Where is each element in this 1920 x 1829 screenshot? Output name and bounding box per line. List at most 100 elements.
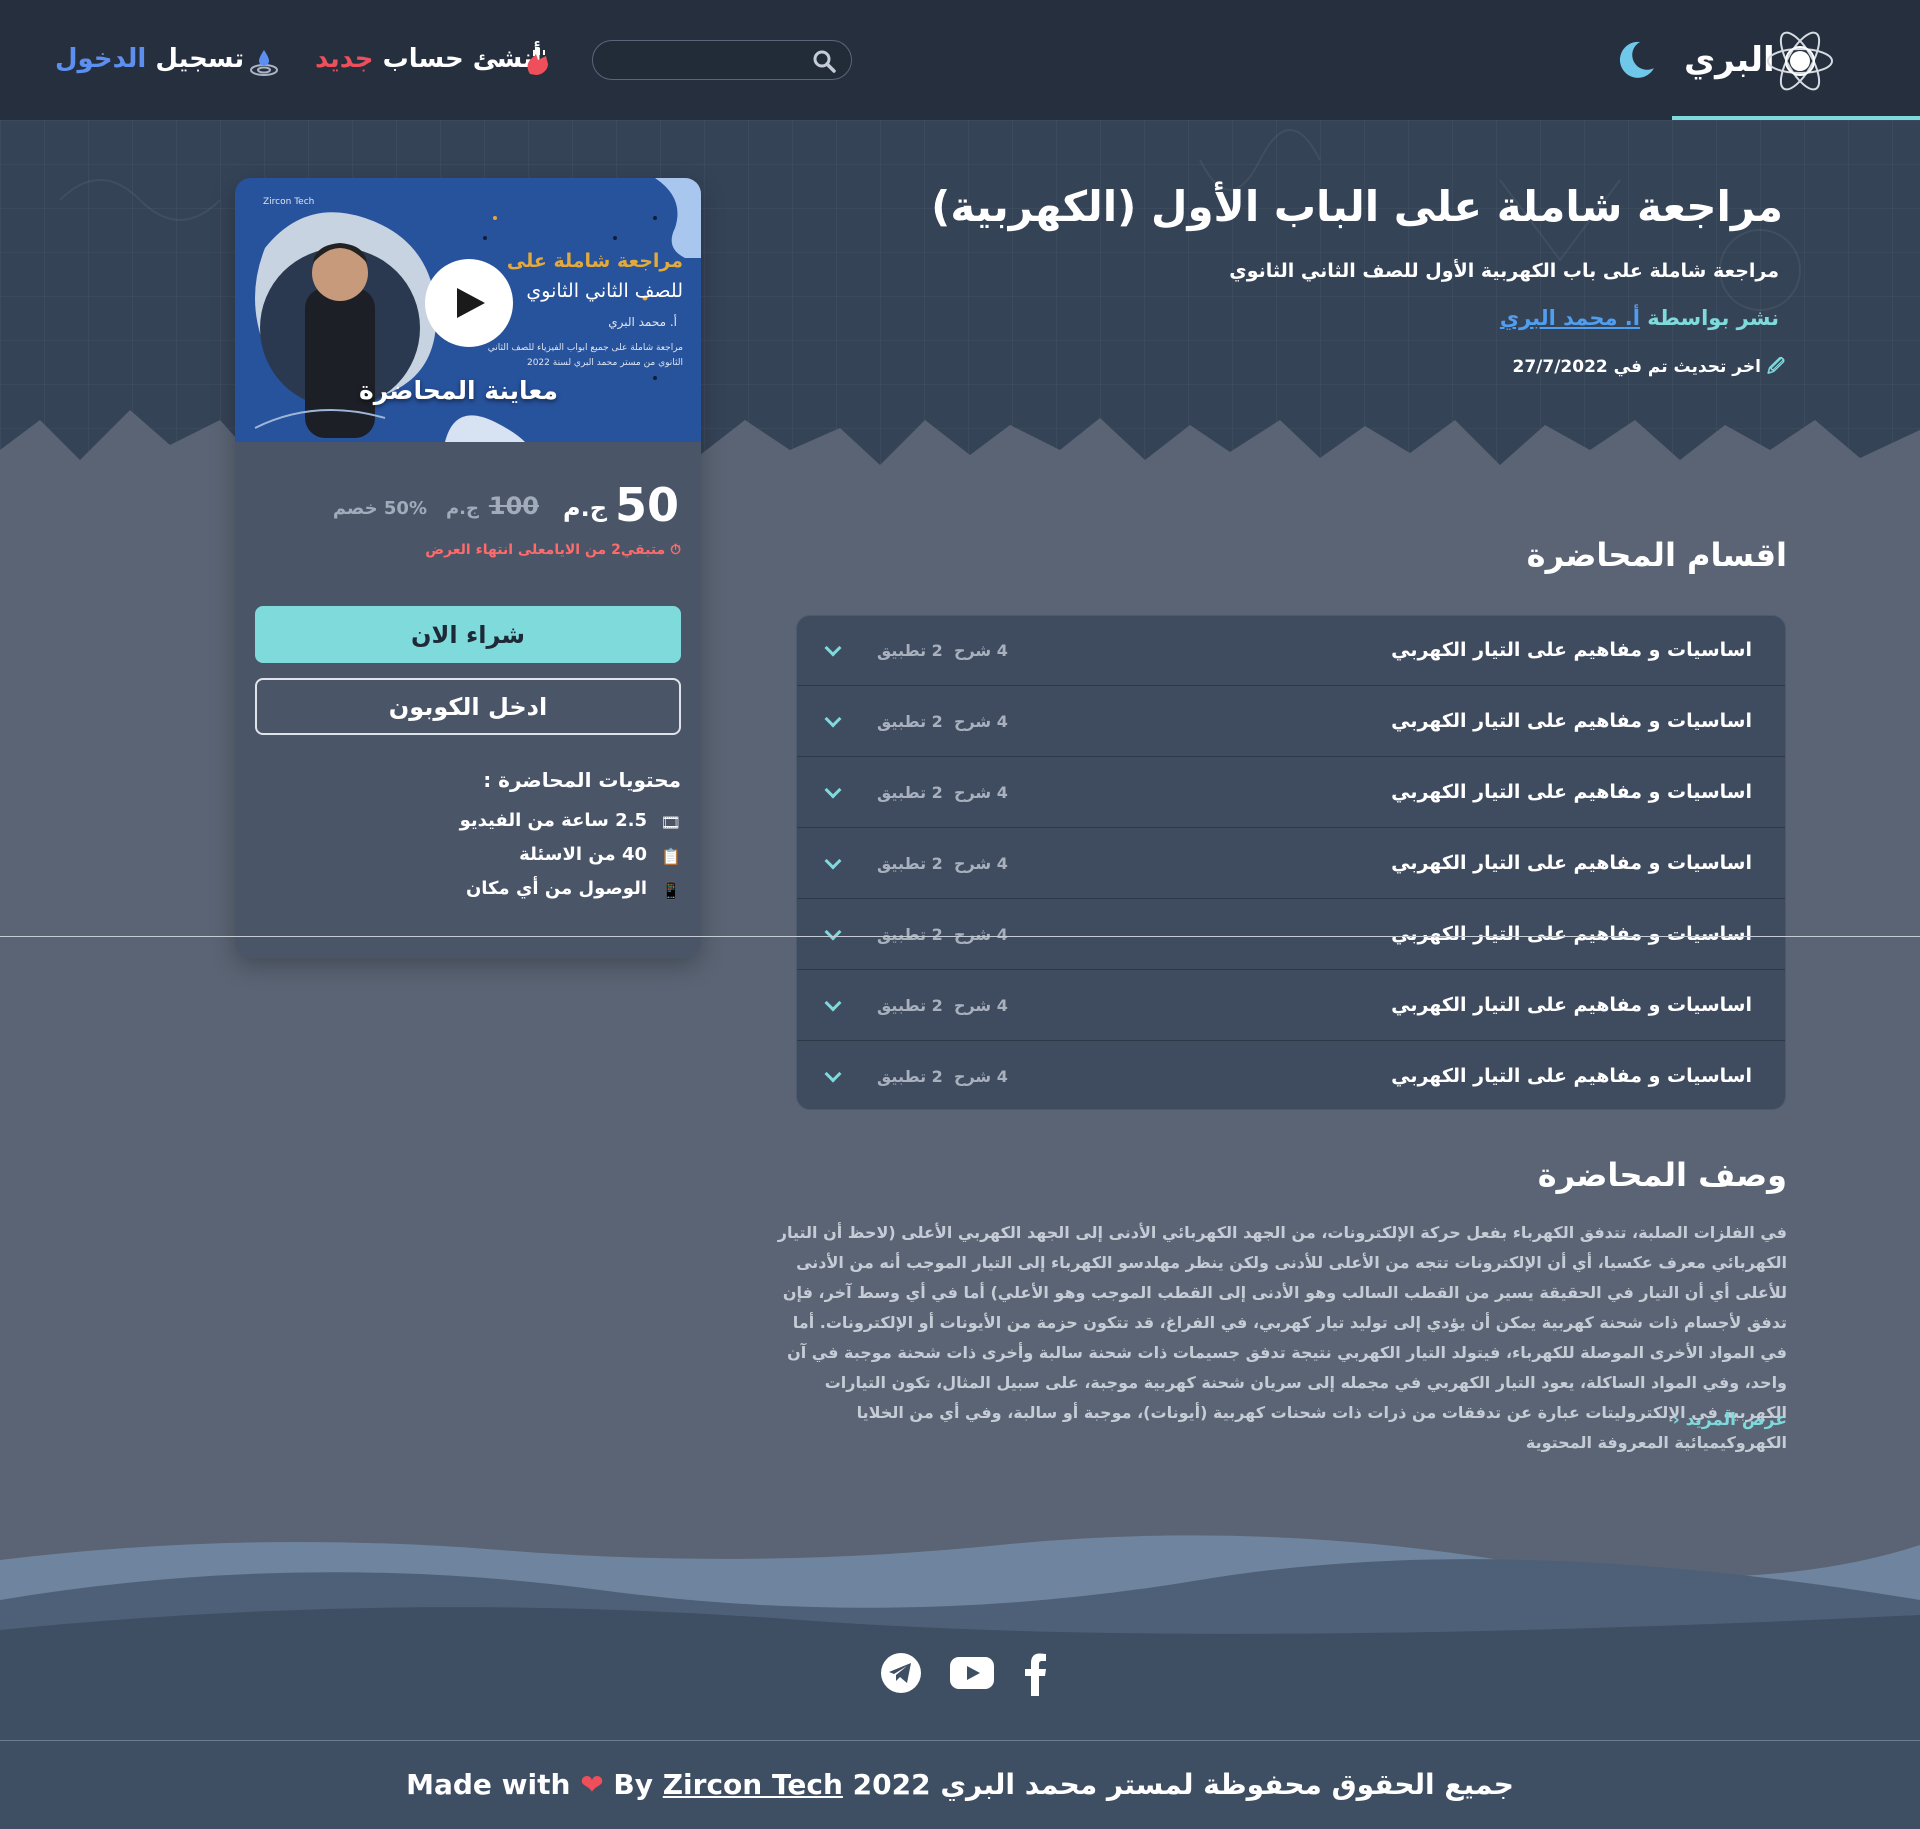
chevron-down-icon[interactable] [824,1065,842,1083]
include-item: 🎞 2.5 ساعة من الفيديو [421,810,681,836]
timer-text: متبقي2 من الايامعلى انتهاء العرض [425,542,666,558]
thumbnail-author: أ. محمد البري [608,315,677,329]
thumbnail-brand: Zircon Tech [263,197,315,207]
footer-divider [0,1740,1920,1741]
coupon-button[interactable]: ادخل الكوبون [255,678,681,735]
thumbnail-desc-line2: الثانوي من مستر محمد البري لسنة 2022 [526,358,683,368]
description-heading: وصف المحاضرة [1537,1156,1787,1194]
logo-text[interactable]: البري [1684,40,1775,80]
moon-icon[interactable] [1612,38,1656,82]
description-line: الكهروكيميائية المعروفة المحتوية [1525,1433,1787,1452]
heart-icon: ❤ [580,1768,604,1801]
published-by: نشر بواسطة أ. محمد البري [1500,306,1779,330]
atom-logo-icon[interactable] [1764,26,1836,96]
play-button[interactable] [425,259,513,347]
search-icon[interactable] [812,49,836,73]
telegram-icon[interactable] [880,1652,922,1694]
description-line: في الفلزات الصلبة، تتدفق الكهرباء بفعل ح… [777,1223,1787,1242]
made-with-credit: Made with ❤ By Zircon Tech [406,1768,843,1801]
login-link[interactable]: تسجيل الدخول [55,44,244,76]
signup-highlight: جديد [315,44,374,74]
includes-title: محتويات المحاضرة : [483,768,681,792]
description-line: واحد، وفي المواد الساكلة، يعود التيار ال… [824,1373,1787,1392]
update-icon: 🖉 [1766,357,1785,377]
footer-credits: جميع الحقوق محفوظة لمستر محمد البري 2022… [0,1768,1920,1801]
buy-now-button[interactable]: شراء الان [255,606,681,663]
by-label: By [613,1768,653,1801]
include-text: 2.5 ساعة من الفيديو [459,810,647,831]
phone-icon: 📱 [661,881,681,900]
include-item: 📋 40 من الاسئلة [421,844,681,870]
description-line: الكهربائي معرف عكسيا، أي أن الإلكترونات … [796,1253,1787,1272]
includes-list: 🎞 2.5 ساعة من الفيديو 📋 40 من الاسئلة 📱 … [421,810,681,920]
last-update-date: 27/7/2022 [1512,357,1608,377]
horizontal-divider [0,936,1920,937]
old-price: 100 [488,492,539,520]
login-highlight: الدخول [55,44,147,74]
section-title: اساسيات و مفاهيم على التيار الكهربي [1391,781,1752,803]
include-text: 40 من الاسئلة [519,844,647,865]
include-item: 📱 الوصول من أي مكان [421,878,681,904]
youtube-icon[interactable] [950,1657,994,1689]
author-link[interactable]: أ. محمد البري [1500,306,1640,330]
signup-prefix: أنشئ حساب [382,44,542,74]
chevron-down-icon[interactable] [824,710,842,728]
section-title: اساسيات و مفاهيم على التيار الكهربي [1391,852,1752,874]
published-by-label: نشر بواسطة [1647,306,1779,330]
price-currency: ج.م [562,494,607,522]
company-link[interactable]: Zircon Tech [663,1768,843,1801]
section-meta: 4 شرح 2 تطبيق [877,712,1008,731]
description-text: في الفلزات الصلبة، تتدفق الكهرباء بفعل ح… [777,1218,1787,1458]
course-title: مراجعة شاملة على الباب الأول (الكهربية) [931,182,1783,231]
include-text: الوصول من أي مكان [465,878,647,899]
hand-icon [527,48,548,75]
section-title: اساسيات و مفاهيم على التيار الكهربي [1391,1065,1752,1087]
search-input[interactable] [607,47,797,73]
preview-label[interactable]: معاينة المحاضرة [359,376,558,405]
signup-link[interactable]: أنشئ حساب جديد [315,44,542,76]
section-meta: 4 شرح 2 تطبيق [877,854,1008,873]
section-meta: 4 شرح 2 تطبيق [877,783,1008,802]
description-line: في المواد الأخرى الموصلة للكهرباء، فيتول… [787,1343,1787,1362]
course-thumbnail[interactable]: Zircon Tech مراجعة شاملة على المنهج للصف… [235,178,701,442]
section-item[interactable]: اساسيات و مفاهيم على التيار الكهربي 4 شرح… [797,829,1785,899]
show-more-label: عرض المزيد [1685,1410,1787,1430]
section-item[interactable]: اساسيات و مفاهيم على التيار الكهربي 4 شرح… [797,758,1785,828]
course-subtitle: مراجعة شاملة على باب الكهربية الأول للصف… [1229,260,1779,282]
price-value: 50 [614,478,679,532]
old-price-currency: ج.م [445,498,479,519]
chevron-down-icon[interactable] [824,781,842,799]
chevron-down-icon[interactable] [824,994,842,1012]
section-meta: 4 شرح 2 تطبيق [877,641,1008,660]
section-item[interactable]: اساسيات و مفاهيم على التيار الكهربي 4 شرح… [797,687,1785,757]
search-box[interactable] [592,40,852,80]
play-icon [457,288,485,318]
thumbnail-title-line2: للصف الثاني الثانوي [526,280,683,302]
discount-badge: 50% خصم [332,498,427,519]
section-meta: 4 شرح 2 تطبيق [877,1067,1008,1086]
chevron-down-icon[interactable] [824,923,842,941]
sections-accordion: اساسيات و مفاهيم على التيار الكهربي 4 شرح… [796,615,1786,1110]
sections-heading: اقسام المحاضرة [1526,536,1787,574]
description-line: تدفق لأجسام ذات شحنة كهربية يمكن أن يؤدي… [792,1313,1787,1332]
show-more-link[interactable]: عرض المزيد ‹ [1673,1410,1787,1430]
last-update-label: اخر تحديث تم في [1613,357,1761,377]
offer-timer: ⏱ متبقي2 من الايامعلى انتهاء العرض [425,542,681,568]
facebook-icon[interactable] [1024,1652,1048,1696]
section-item[interactable]: اساسيات و مفاهيم على التيار الكهربي 4 شرح… [797,900,1785,970]
top-navbar: تسجيل الدخول أنشئ حساب جديد البري [0,0,1920,121]
footer-waves [0,1535,1920,1650]
thumbnail-desc-line1: مراجعة شاملة على جميع ابواب الفيزياء للص… [487,343,683,353]
login-prefix: تسجيل [155,44,245,74]
chevron-down-icon[interactable] [824,852,842,870]
section-title: اساسيات و مفاهيم على التيار الكهربي [1391,923,1752,945]
chevron-down-icon[interactable] [824,639,842,657]
copyright-text: جميع الحقوق محفوظة لمستر محمد البري 2022 [852,1768,1514,1801]
clipboard-icon: 📋 [661,847,681,866]
drop-icon [250,50,278,76]
chevron-icon: ‹ [1672,1410,1686,1430]
video-icon: 🎞 [660,813,681,832]
section-item[interactable]: اساسيات و مفاهيم على التيار الكهربي 4 شرح… [797,616,1785,686]
section-item[interactable]: اساسيات و مفاهيم على التيار الكهربي 4 شرح… [797,1042,1785,1109]
section-item[interactable]: اساسيات و مفاهيم على التيار الكهربي 4 شرح… [797,971,1785,1041]
